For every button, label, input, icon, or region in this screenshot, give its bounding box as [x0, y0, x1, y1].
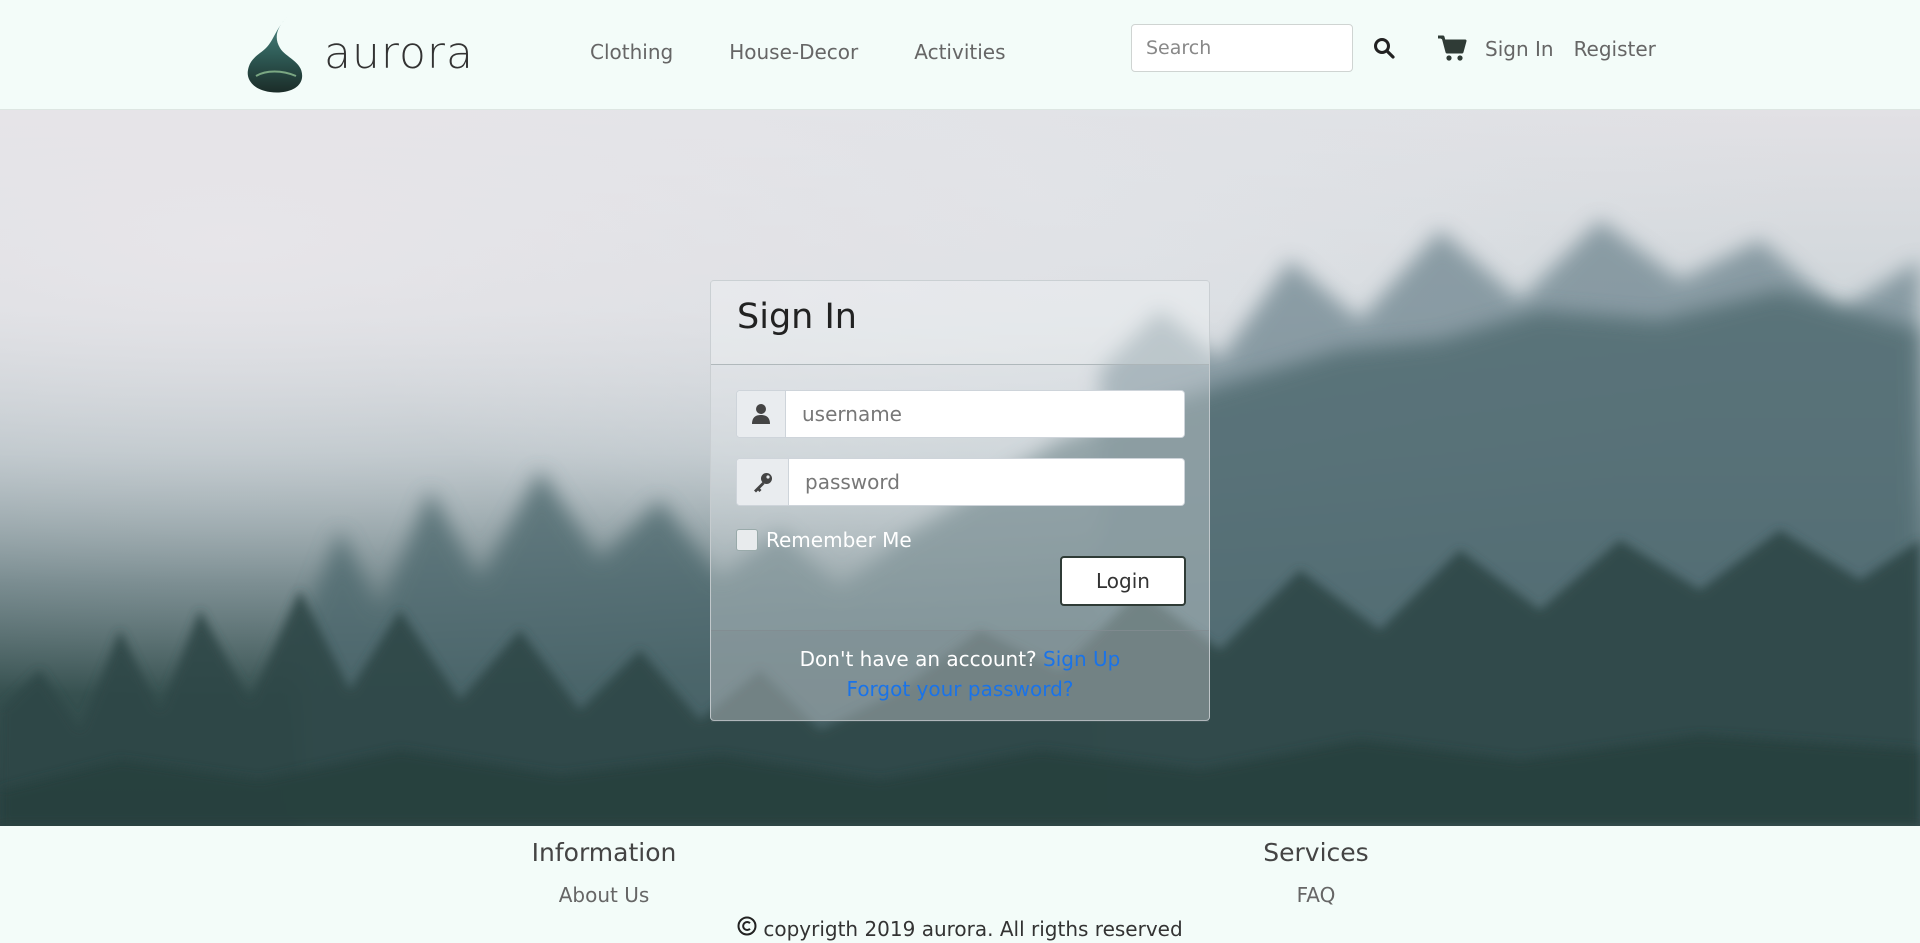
copyright-icon: [737, 916, 757, 941]
footer-information-heading: Information: [531, 838, 677, 867]
register-link[interactable]: Register: [1574, 37, 1656, 61]
brand[interactable]: aurora: [246, 14, 474, 94]
user-icon: [737, 391, 786, 437]
login-card: Sign In Remember Me: [710, 280, 1210, 722]
login-card-footer: Don't have an account? Sign Up Forgot yo…: [711, 630, 1209, 722]
signup-prompt: Don't have an account? Sign Up: [711, 647, 1209, 671]
footer-services: Services FAQ: [1216, 838, 1416, 907]
hero-background: Sign In Remember Me: [0, 110, 1920, 826]
nav-item-house-decor[interactable]: House-Decor: [729, 40, 858, 64]
remember-me-checkbox[interactable]: [736, 529, 758, 551]
account-links: Sign In Register: [1485, 37, 1656, 61]
leaf-logo-icon: [246, 14, 306, 94]
username-group: [736, 390, 1185, 438]
brand-name: aurora: [324, 28, 474, 79]
footer-information: Information About Us: [504, 838, 704, 907]
login-button[interactable]: Login: [1060, 556, 1186, 606]
username-input[interactable]: [786, 391, 1184, 437]
nav-item-clothing[interactable]: Clothing: [590, 40, 673, 64]
cart-icon[interactable]: [1436, 32, 1468, 64]
no-account-text: Don't have an account?: [799, 647, 1037, 671]
password-group: [736, 458, 1185, 506]
about-us-link[interactable]: About Us: [504, 883, 704, 907]
key-icon: [737, 459, 789, 505]
navbar: aurora Clothing House-Decor Activities S…: [0, 0, 1920, 110]
remember-me-label[interactable]: Remember Me: [766, 528, 912, 552]
forgot-password-row: Forgot your password?: [711, 677, 1209, 701]
site-footer: Information About Us Services FAQ copyri…: [0, 826, 1920, 943]
search-icon[interactable]: [1370, 33, 1398, 63]
sign-up-link[interactable]: Sign Up: [1043, 647, 1120, 671]
main-nav: Clothing House-Decor Activities: [590, 40, 1006, 64]
faq-link[interactable]: FAQ: [1216, 883, 1416, 907]
forgot-password-link[interactable]: Forgot your password?: [847, 677, 1074, 701]
password-input[interactable]: [789, 459, 1184, 505]
remember-me: Remember Me: [736, 528, 912, 552]
sign-in-link[interactable]: Sign In: [1485, 37, 1554, 61]
footer-services-heading: Services: [1263, 838, 1369, 867]
nav-item-activities[interactable]: Activities: [914, 40, 1005, 64]
copyright-text: copyrigth 2019 aurora. All rigths reserv…: [763, 916, 1183, 941]
copyright: copyrigth 2019 aurora. All rigths reserv…: [0, 916, 1920, 941]
search-input[interactable]: [1131, 24, 1353, 72]
login-card-header: Sign In: [711, 281, 1209, 365]
login-title: Sign In: [737, 297, 857, 337]
